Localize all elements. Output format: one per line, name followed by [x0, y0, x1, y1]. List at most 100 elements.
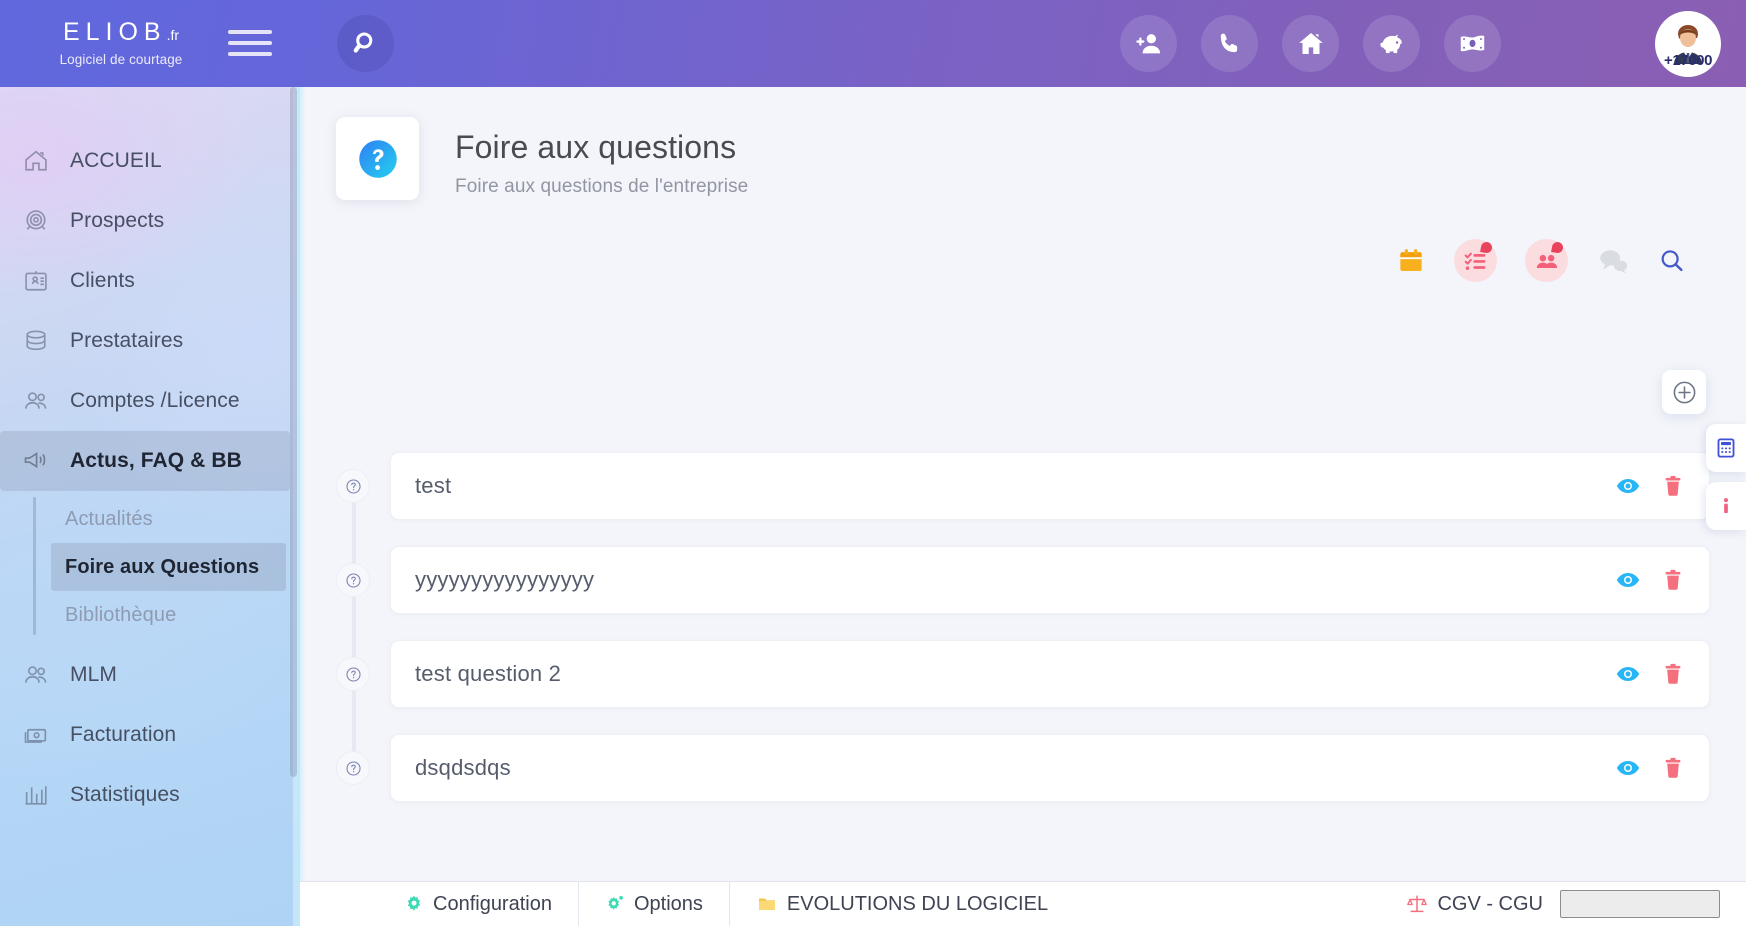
- banknote-icon: [1460, 35, 1485, 52]
- sidebar-item-facturation[interactable]: Facturation: [0, 705, 300, 765]
- cgv-select[interactable]: [1560, 890, 1720, 918]
- brand-name: ELIOB.fr: [62, 18, 180, 46]
- sidebar-item-clients[interactable]: Clients: [0, 251, 300, 311]
- question-row: yyyyyyyyyyyyyyyy: [300, 533, 1746, 674]
- question-field[interactable]: test: [390, 452, 1710, 520]
- question-actions: [1595, 755, 1685, 781]
- question-field[interactable]: test question 2: [390, 640, 1710, 708]
- question-text: test: [415, 473, 452, 498]
- view-question-button[interactable]: [1615, 567, 1641, 593]
- side-tab-group: [1706, 424, 1746, 540]
- app-window: ELIOB.fr Logiciel de courtage +17000 ACC…: [0, 0, 1746, 926]
- sidebar-item-label: Facturation: [70, 723, 177, 746]
- calculator-tab[interactable]: [1706, 424, 1746, 472]
- megaphone-icon: [14, 447, 58, 475]
- question-text: yyyyyyyyyyyyyyyy: [415, 567, 595, 592]
- savings-button[interactable]: [1363, 15, 1420, 72]
- brand-tld: .fr: [166, 27, 180, 43]
- billing-button[interactable]: [1444, 15, 1501, 72]
- home-button[interactable]: [1282, 15, 1339, 72]
- header-action-group: [1396, 239, 1686, 282]
- sidebar-subitem-actualites[interactable]: Actualités: [51, 495, 300, 543]
- question-list: test yyyyyyyyyyyyyyyy test question 2 ds…: [300, 439, 1746, 815]
- sidebar-item-prospects[interactable]: Prospects: [0, 191, 300, 251]
- top-action-group: [1120, 0, 1501, 87]
- phone-button[interactable]: [1201, 15, 1258, 72]
- gear-icon: [407, 895, 421, 911]
- notification-dot: [1480, 241, 1493, 254]
- content-search-button[interactable]: [1658, 247, 1686, 275]
- sidebar: ACCUEIL Prospects Clients Prestataires C…: [0, 87, 300, 926]
- view-question-button[interactable]: [1615, 755, 1641, 781]
- tasks-button[interactable]: [1454, 239, 1497, 282]
- configuration-button[interactable]: Configuration: [378, 881, 579, 926]
- delete-question-button[interactable]: [1661, 662, 1685, 686]
- question-row: test question 2: [300, 627, 1746, 768]
- sidebar-scrollbar[interactable]: [290, 87, 297, 777]
- gear-options-icon: [608, 896, 623, 910]
- info-tab[interactable]: [1706, 482, 1746, 530]
- sidebar-item-label: Clients: [70, 269, 135, 292]
- hamburger-menu-icon[interactable]: [228, 22, 272, 64]
- question-actions: [1595, 473, 1685, 499]
- eye-icon: [1616, 666, 1640, 682]
- sidebar-item-statistiques[interactable]: Statistiques: [0, 765, 300, 825]
- delete-question-button[interactable]: [1661, 756, 1685, 780]
- sidebar-item-label: Prospects: [70, 209, 165, 232]
- id-card-icon: [14, 267, 58, 295]
- bottombar-label: Options: [633, 892, 703, 915]
- sidebar-subitem-foire-aux-questions[interactable]: Foire aux Questions: [51, 543, 286, 591]
- view-question-button[interactable]: [1615, 473, 1641, 499]
- question-field[interactable]: dsqdsdqs: [390, 734, 1710, 802]
- sidebar-item-label: Comptes /Licence: [70, 389, 240, 412]
- sidebar-item-prestataires[interactable]: Prestataires: [0, 311, 300, 371]
- search-icon: [1661, 249, 1683, 271]
- sidebar-item-actus-faq-bb[interactable]: Actus, FAQ & BB: [0, 431, 290, 491]
- contacts-icon: [1525, 239, 1568, 282]
- view-question-button[interactable]: [1615, 661, 1641, 687]
- question-row: test: [300, 439, 1746, 580]
- delete-question-button[interactable]: [1661, 474, 1685, 498]
- question-text: test question 2: [415, 661, 562, 686]
- target-icon: [14, 207, 58, 235]
- database-icon: [14, 327, 58, 355]
- delete-question-button[interactable]: [1661, 568, 1685, 592]
- trash-icon: [1665, 757, 1681, 778]
- calculator-icon: [1717, 438, 1735, 458]
- add-user-button[interactable]: [1120, 15, 1177, 72]
- sidebar-subitem-label: Actualités: [65, 507, 153, 530]
- sidebar-subitem-bibliotheque[interactable]: Bibliothèque: [51, 591, 300, 639]
- users-icon: [14, 387, 58, 415]
- page-icon-card: [336, 117, 419, 200]
- sidebar-subitem-label: Bibliothèque: [65, 603, 177, 626]
- brand-subtitle: Logiciel de courtage: [59, 52, 183, 67]
- cgv-cgu-button[interactable]: CGV - CGU: [1380, 882, 1746, 926]
- bottombar-label: CGV - CGU: [1437, 892, 1543, 915]
- user-avatar[interactable]: +17000: [1655, 11, 1721, 77]
- question-field[interactable]: yyyyyyyyyyyyyyyy: [390, 546, 1710, 614]
- sidebar-subitem-label: Foire aux Questions: [65, 555, 260, 578]
- question-mark-icon: [336, 469, 370, 503]
- add-user-icon: [1135, 33, 1160, 53]
- sidebar-item-mlm[interactable]: MLM: [0, 645, 300, 705]
- page-header: Foire aux questions Foire aux questions …: [336, 117, 748, 200]
- notification-dot: [1551, 241, 1564, 254]
- question-circle-icon: [358, 139, 397, 178]
- chat-button[interactable]: [1596, 244, 1630, 278]
- add-question-button[interactable]: [1662, 370, 1706, 414]
- avatar-badge: +17000: [1663, 52, 1713, 69]
- sidebar-item-comptes-licence[interactable]: Comptes /Licence: [0, 371, 300, 431]
- sidebar-item-label: ACCUEIL: [70, 149, 162, 172]
- page-subtitle: Foire aux questions de l'entreprise: [455, 176, 749, 197]
- global-search-button[interactable]: [337, 15, 394, 72]
- home-icon: [1298, 32, 1323, 54]
- evolutions-button[interactable]: EVOLUTIONS DU LOGICIEL: [730, 882, 1074, 926]
- bottom-bar: Configuration Options EVOLUTIONS DU LOGI…: [300, 881, 1746, 926]
- contacts-button[interactable]: [1525, 239, 1568, 282]
- calendar-button[interactable]: [1396, 246, 1426, 276]
- sidebar-item-accueil[interactable]: ACCUEIL: [0, 131, 300, 191]
- plus-circle-icon: [1673, 381, 1695, 403]
- bottombar-label: EVOLUTIONS DU LOGICIEL: [786, 892, 1049, 915]
- calendar-icon: [1400, 248, 1422, 271]
- options-button[interactable]: Options: [579, 881, 730, 926]
